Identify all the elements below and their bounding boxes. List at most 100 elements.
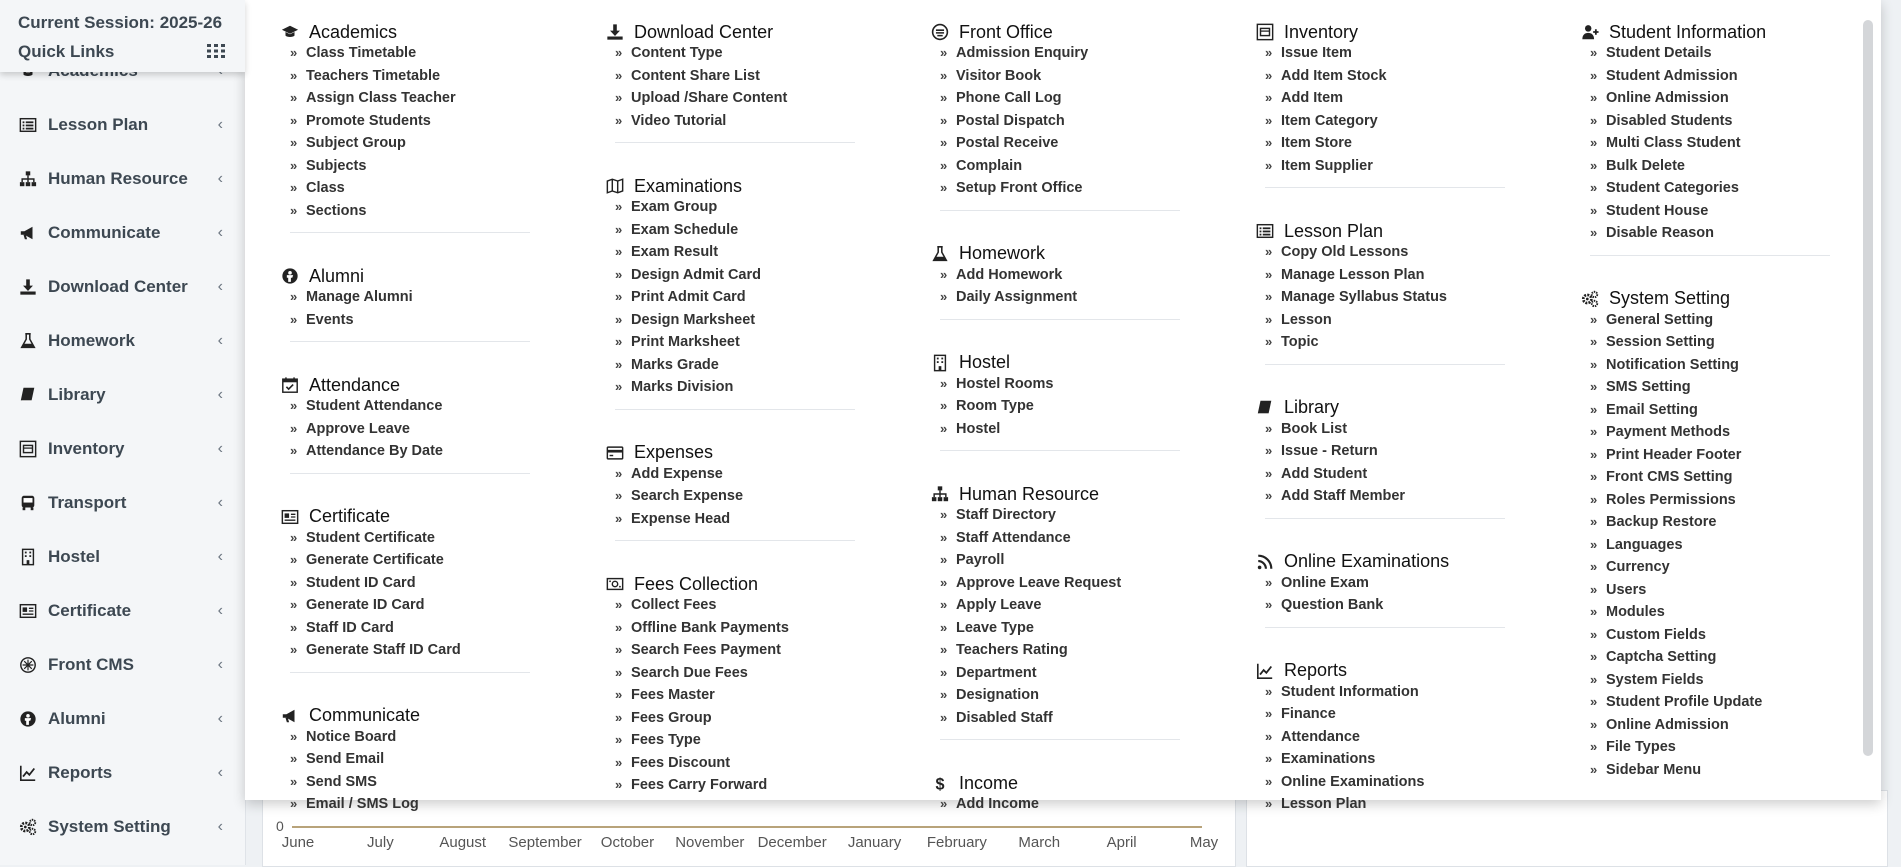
menu-link-file-types[interactable]: » File Types xyxy=(1590,736,1762,759)
menu-link-multi-class-student[interactable]: » Multi Class Student xyxy=(1590,132,1741,155)
menu-link-generate-id-card[interactable]: » Generate ID Card xyxy=(290,594,461,617)
menu-link-session-setting[interactable]: » Session Setting xyxy=(1590,331,1762,354)
menu-link-expense-head[interactable]: » Expense Head xyxy=(615,508,743,531)
menu-link-daily-assignment[interactable]: » Daily Assignment xyxy=(940,286,1077,309)
menu-link-student-categories[interactable]: » Student Categories xyxy=(1590,177,1741,200)
menu-link-postal-dispatch[interactable]: » Postal Dispatch xyxy=(940,110,1088,133)
menu-link-student-details[interactable]: » Student Details xyxy=(1590,42,1741,65)
menu-link-examinations[interactable]: » Examinations xyxy=(1265,748,1424,771)
menu-link-book-list[interactable]: » Book List xyxy=(1265,418,1405,441)
menu-link-exam-group[interactable]: » Exam Group xyxy=(615,196,761,219)
menu-link-disabled-students[interactable]: » Disabled Students xyxy=(1590,110,1741,133)
menu-link-print-admit-card[interactable]: » Print Admit Card xyxy=(615,286,761,309)
menu-link-lesson[interactable]: » Lesson xyxy=(1265,309,1447,332)
menu-link-disable-reason[interactable]: » Disable Reason xyxy=(1590,222,1741,245)
menu-link-student-certificate[interactable]: » Student Certificate xyxy=(290,527,461,550)
menu-link-add-income[interactable]: » Add Income xyxy=(940,793,1039,816)
menu-link-fees-discount[interactable]: » Fees Discount xyxy=(615,752,789,775)
menu-link-lesson-plan[interactable]: » Lesson Plan xyxy=(1265,793,1424,816)
menu-link-email-setting[interactable]: » Email Setting xyxy=(1590,399,1762,422)
menu-link-hostel[interactable]: » Hostel xyxy=(940,418,1054,441)
menu-link-leave-type[interactable]: » Leave Type xyxy=(940,617,1121,640)
sidebar-item-certificate[interactable]: Certificate ‹ xyxy=(0,584,245,638)
menu-link-teachers-timetable[interactable]: » Teachers Timetable xyxy=(290,65,456,88)
menu-link-manage-syllabus-status[interactable]: » Manage Syllabus Status xyxy=(1265,286,1447,309)
menu-link-marks-division[interactable]: » Marks Division xyxy=(615,376,761,399)
menu-link-staff-attendance[interactable]: » Staff Attendance xyxy=(940,527,1121,550)
menu-link-add-item[interactable]: » Add Item xyxy=(1265,87,1387,110)
menu-link-student-attendance[interactable]: » Student Attendance xyxy=(290,395,443,418)
menu-link-student-admission[interactable]: » Student Admission xyxy=(1590,65,1741,88)
menu-link-add-item-stock[interactable]: » Add Item Stock xyxy=(1265,65,1387,88)
menu-link-add-homework[interactable]: » Add Homework xyxy=(940,264,1077,287)
sidebar-item-front-cms[interactable]: Front CMS ‹ xyxy=(0,638,245,692)
menu-link-search-fees-payment[interactable]: » Search Fees Payment xyxy=(615,639,789,662)
menu-link-generate-staff-id-card[interactable]: » Generate Staff ID Card xyxy=(290,639,461,662)
menu-link-fees-carry-forward[interactable]: » Fees Carry Forward xyxy=(615,774,789,797)
menu-link-approve-leave[interactable]: » Approve Leave xyxy=(290,418,443,441)
menu-link-department[interactable]: » Department xyxy=(940,662,1121,685)
menu-link-item-category[interactable]: » Item Category xyxy=(1265,110,1387,133)
menu-link-designation[interactable]: » Designation xyxy=(940,684,1121,707)
menu-link-postal-receive[interactable]: » Postal Receive xyxy=(940,132,1088,155)
menu-link-notice-board[interactable]: » Notice Board xyxy=(290,726,419,749)
menu-link-users[interactable]: » Users xyxy=(1590,579,1762,602)
current-session-label[interactable]: Current Session: 2025-26 xyxy=(18,13,222,33)
menu-link-hostel-rooms[interactable]: » Hostel Rooms xyxy=(940,373,1054,396)
menu-link-online-exam[interactable]: » Online Exam xyxy=(1265,572,1383,595)
menu-link-visitor-book[interactable]: » Visitor Book xyxy=(940,65,1088,88)
menu-link-collect-fees[interactable]: » Collect Fees xyxy=(615,594,789,617)
menu-link-fees-group[interactable]: » Fees Group xyxy=(615,707,789,730)
sidebar-item-alumni[interactable]: Alumni ‹ xyxy=(0,692,245,746)
menu-link-class-timetable[interactable]: » Class Timetable xyxy=(290,42,456,65)
menu-link-fees-type[interactable]: » Fees Type xyxy=(615,729,789,752)
menu-link-item-supplier[interactable]: » Item Supplier xyxy=(1265,155,1387,178)
menu-link-general-setting[interactable]: » General Setting xyxy=(1590,309,1762,332)
menu-link-sidebar-menu[interactable]: » Sidebar Menu xyxy=(1590,759,1762,782)
menu-link-online-admission[interactable]: » Online Admission xyxy=(1590,714,1762,737)
menu-link-custom-fields[interactable]: » Custom Fields xyxy=(1590,624,1762,647)
menu-link-setup-front-office[interactable]: » Setup Front Office xyxy=(940,177,1088,200)
menu-link-copy-old-lessons[interactable]: » Copy Old Lessons xyxy=(1265,241,1447,264)
menu-link-complain[interactable]: » Complain xyxy=(940,155,1088,178)
menu-link-content-share-list[interactable]: » Content Share List xyxy=(615,65,787,88)
menu-link-approve-leave-request[interactable]: » Approve Leave Request xyxy=(940,572,1121,595)
menu-link-payroll[interactable]: » Payroll xyxy=(940,549,1121,572)
menu-link-exam-schedule[interactable]: » Exam Schedule xyxy=(615,219,761,242)
menu-link-send-email[interactable]: » Send Email xyxy=(290,748,419,771)
grid-icon[interactable] xyxy=(207,44,225,58)
menu-link-currency[interactable]: » Currency xyxy=(1590,556,1762,579)
sidebar-item-download-center[interactable]: Download Center ‹ xyxy=(0,260,245,314)
menu-link-fees-master[interactable]: » Fees Master xyxy=(615,684,789,707)
menu-link-assign-class-teacher[interactable]: » Assign Class Teacher xyxy=(290,87,456,110)
sidebar-item-communicate[interactable]: Communicate ‹ xyxy=(0,206,245,260)
menu-link-bulk-delete[interactable]: » Bulk Delete xyxy=(1590,155,1741,178)
sidebar-item-human-resource[interactable]: Human Resource ‹ xyxy=(0,152,245,206)
menu-link-item-store[interactable]: » Item Store xyxy=(1265,132,1387,155)
menu-link-phone-call-log[interactable]: » Phone Call Log xyxy=(940,87,1088,110)
menu-link-topic[interactable]: » Topic xyxy=(1265,331,1447,354)
quick-links-label[interactable]: Quick Links xyxy=(18,42,114,62)
menu-link-attendance[interactable]: » Attendance xyxy=(1265,726,1424,749)
menu-link-design-admit-card[interactable]: » Design Admit Card xyxy=(615,264,761,287)
menu-link-add-student[interactable]: » Add Student xyxy=(1265,463,1405,486)
menu-link-sms-setting[interactable]: » SMS Setting xyxy=(1590,376,1762,399)
menu-link-notification-setting[interactable]: » Notification Setting xyxy=(1590,354,1762,377)
menu-link-staff-id-card[interactable]: » Staff ID Card xyxy=(290,617,461,640)
menu-link-finance[interactable]: » Finance xyxy=(1265,703,1424,726)
menu-link-events[interactable]: » Events xyxy=(290,309,413,332)
menu-link-marks-grade[interactable]: » Marks Grade xyxy=(615,354,761,377)
menu-link-teachers-rating[interactable]: » Teachers Rating xyxy=(940,639,1121,662)
menu-link-sections[interactable]: » Sections xyxy=(290,200,456,223)
menu-link-apply-leave[interactable]: » Apply Leave xyxy=(940,594,1121,617)
menu-link-modules[interactable]: » Modules xyxy=(1590,601,1762,624)
menu-link-email-sms-log[interactable]: » Email / SMS Log xyxy=(290,793,419,816)
menu-link-design-marksheet[interactable]: » Design Marksheet xyxy=(615,309,761,332)
menu-link-captcha-setting[interactable]: » Captcha Setting xyxy=(1590,646,1762,669)
menu-link-student-house[interactable]: » Student House xyxy=(1590,200,1741,223)
menu-link-content-type[interactable]: » Content Type xyxy=(615,42,787,65)
menu-link-add-staff-member[interactable]: » Add Staff Member xyxy=(1265,485,1405,508)
menu-link-system-fields[interactable]: » System Fields xyxy=(1590,669,1762,692)
menu-link-print-header-footer[interactable]: » Print Header Footer xyxy=(1590,444,1762,467)
sidebar-item-reports[interactable]: Reports ‹ xyxy=(0,746,245,800)
